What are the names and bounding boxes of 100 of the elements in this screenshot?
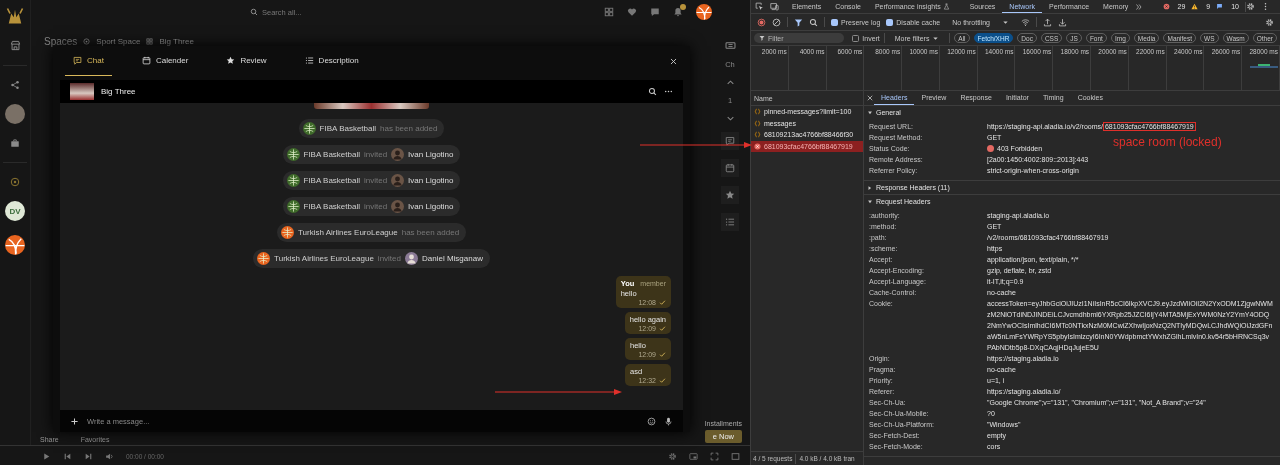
club-logo-icon	[280, 226, 294, 239]
filter-icon[interactable]	[794, 17, 803, 27]
list-icon	[725, 217, 735, 227]
bell-icon[interactable]	[673, 7, 683, 17]
filter-icon	[759, 35, 765, 41]
settings-icon[interactable]	[1246, 2, 1255, 11]
logo-icon[interactable]	[5, 6, 25, 26]
error-icon	[754, 142, 761, 150]
picture-in-picture-icon[interactable]	[689, 451, 698, 461]
ticket-icon[interactable]	[724, 40, 736, 51]
previous-icon[interactable]	[63, 451, 72, 461]
brackets-icon	[754, 119, 761, 127]
star-button[interactable]	[721, 186, 739, 204]
actor-name: FIBA Basketball	[303, 202, 360, 211]
room-avatar	[70, 83, 94, 100]
briefcase-icon[interactable]	[10, 138, 20, 148]
member-name: Daniel Misganaw	[422, 254, 483, 263]
emoji-icon[interactable]	[647, 416, 656, 426]
grid-icon[interactable]	[604, 7, 614, 17]
actor-name: FIBA Basketball	[303, 176, 360, 185]
expand-icon[interactable]	[710, 451, 719, 461]
heart-icon[interactable]	[627, 7, 637, 17]
search-icon[interactable]	[809, 17, 818, 27]
member-name: Ivan Ligotino	[408, 202, 454, 211]
next-icon[interactable]	[84, 451, 93, 461]
microphone-icon[interactable]	[664, 416, 673, 426]
grid-icon	[146, 37, 154, 45]
avatar[interactable]	[5, 104, 25, 124]
plus-icon[interactable]	[70, 416, 79, 426]
modal-tab[interactable]: Review	[218, 46, 275, 76]
event-text: invited	[364, 202, 388, 211]
star-icon	[725, 190, 735, 200]
checkbox[interactable]	[852, 34, 860, 42]
ring-icon[interactable]	[10, 177, 20, 187]
store-icon[interactable]	[9, 40, 21, 51]
list-icon	[304, 56, 314, 65]
avatar-icon	[391, 200, 405, 213]
event-text: invited	[377, 254, 401, 263]
expand-triangle-icon[interactable]	[867, 184, 873, 191]
expand-triangle-icon[interactable]	[867, 198, 873, 205]
upload-icon[interactable]	[1043, 17, 1052, 27]
chat-icon	[725, 136, 735, 146]
modal-tab[interactable]: Calender	[133, 46, 197, 76]
record-icon[interactable]	[757, 17, 766, 27]
message-icon	[1216, 3, 1224, 10]
more-tabs-icon[interactable]	[1135, 2, 1144, 11]
close-icon[interactable]	[866, 94, 874, 102]
checkbox[interactable]	[831, 18, 838, 26]
settings-icon[interactable]	[668, 451, 677, 461]
calendar-button[interactable]	[721, 159, 739, 177]
calendar-icon	[725, 163, 735, 173]
brackets-icon	[754, 131, 761, 139]
breadcrumb-link[interactable]: Sport Space	[96, 36, 141, 46]
club-logo-icon	[286, 148, 300, 161]
caret-icon	[1002, 18, 1009, 26]
list-button[interactable]	[721, 213, 739, 231]
expand-triangle-icon[interactable]	[867, 109, 873, 116]
download-icon[interactable]	[1058, 17, 1067, 27]
avatar-icon	[391, 148, 405, 161]
breadcrumb-link[interactable]: Big Three	[159, 36, 194, 46]
modal-tab[interactable]: Description	[296, 46, 367, 76]
error-icon	[1162, 3, 1170, 10]
share-icon[interactable]	[10, 80, 20, 90]
club-logo-icon	[286, 200, 300, 213]
chevron-up-icon[interactable]	[725, 78, 735, 87]
warning-icon	[1191, 3, 1199, 10]
brackets-icon	[754, 108, 761, 116]
search-icon[interactable]	[648, 87, 657, 96]
event-text: has been added	[401, 228, 460, 237]
room-name: Big Three	[101, 87, 136, 96]
play-icon[interactable]	[42, 451, 51, 461]
waterfall-drawing	[1250, 63, 1278, 69]
inspect-icon[interactable]	[755, 2, 764, 11]
avatar-icon	[405, 252, 418, 265]
caret-icon	[932, 34, 940, 42]
network-conditions-icon[interactable]	[1021, 17, 1030, 27]
event-text: invited	[364, 176, 388, 185]
basketball-logo-icon[interactable]	[5, 235, 25, 255]
chat-icon[interactable]	[650, 7, 660, 17]
chevron-down-icon[interactable]	[725, 114, 735, 123]
club-logo-icon	[286, 174, 300, 187]
avatar-icon	[391, 174, 405, 187]
close-icon[interactable]	[669, 56, 678, 66]
fullscreen-icon[interactable]	[731, 451, 740, 461]
volume-icon[interactable]	[105, 451, 114, 461]
basketball-logo-icon[interactable]	[696, 4, 712, 20]
chat-icon	[73, 56, 82, 65]
space-avatar[interactable]: DV	[5, 201, 25, 221]
notification-dot	[680, 4, 686, 10]
club-logo-icon	[257, 252, 271, 265]
breadcrumb-title: Spaces	[44, 35, 78, 47]
device-icon[interactable]	[770, 2, 779, 11]
member-name: Ivan Ligotino	[408, 176, 454, 185]
modal-tab[interactable]: Chat	[65, 46, 112, 76]
checkbox[interactable]	[886, 18, 894, 26]
actor-name: FIBA Basketball	[303, 150, 360, 159]
clear-icon[interactable]	[772, 17, 781, 27]
search-icon	[250, 8, 258, 16]
ring-icon	[83, 37, 91, 45]
star-icon	[226, 56, 236, 65]
